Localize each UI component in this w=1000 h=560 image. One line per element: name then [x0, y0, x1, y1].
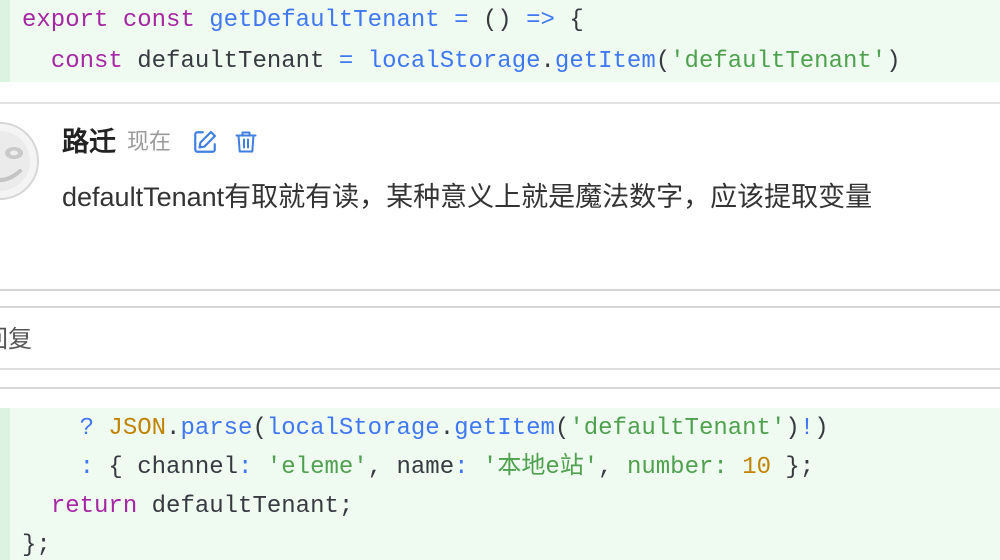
code-token: . — [540, 48, 555, 75]
code-token: . — [439, 415, 455, 442]
divider — [0, 289, 1000, 291]
code-token: }; — [771, 454, 815, 481]
code-token: defaultTenant — [122, 48, 339, 75]
code-token: ) — [785, 415, 800, 442]
code-token: = — [454, 7, 469, 34]
code-token: 'defaultTenant' — [670, 48, 887, 75]
code-token: { — [554, 7, 584, 34]
code-token: ) — [814, 415, 829, 442]
code-token: 10 — [742, 454, 771, 481]
code-line: : { channel: 'eleme', name: '本地e站', numb… — [22, 448, 1000, 487]
code-token: ! — [799, 415, 815, 442]
diff-gutter — [0, 0, 10, 82]
code-line: const defaultTenant = localStorage.getIt… — [22, 41, 1000, 82]
code-token: , — [598, 454, 627, 481]
code-token: ? — [79, 415, 95, 442]
code-line: return defaultTenant; — [22, 487, 1000, 526]
comment-body: defaultTenant有取就有读，某种意义上就是魔法数字，应该提取变量 — [62, 182, 873, 212]
code-token: . — [166, 415, 181, 442]
code-line: ? JSON.parse(localStorage.getItem('defau… — [22, 409, 1000, 448]
code-token: : — [454, 454, 469, 481]
code-token: getItem — [454, 415, 555, 442]
code-token: , name — [367, 454, 455, 481]
diff-added-block-bottom: ? JSON.parse(localStorage.getItem('defau… — [0, 408, 1000, 560]
divider — [0, 102, 1000, 104]
code-token: defaultTenant; — [137, 493, 354, 520]
edit-comment-button[interactable] — [192, 129, 218, 155]
code-token: ( — [655, 48, 671, 75]
code-token: getDefaultTenant — [209, 7, 440, 34]
reply-placeholder[interactable]: 回复 — [0, 324, 32, 356]
code-token: parse — [180, 415, 253, 442]
code-token: = — [338, 48, 354, 75]
code-token: 'defaultTenant' — [569, 415, 786, 442]
code-token: : — [79, 454, 95, 481]
code-token: return — [50, 493, 138, 520]
code-token: ( — [252, 415, 267, 442]
code-token: number: — [626, 454, 728, 481]
code-token: : — [238, 454, 253, 481]
code-line: export const getDefaultTenant = () => { — [22, 0, 1000, 41]
code-token: ( — [554, 415, 570, 442]
code-token: () — [468, 7, 527, 34]
code-token: 'eleme' — [266, 454, 368, 481]
comment-header: 路迁 现在 — [62, 124, 258, 160]
trash-icon — [235, 131, 257, 153]
diff-gutter — [0, 408, 10, 560]
code-token: JSON — [108, 415, 167, 442]
code-line: }; — [22, 526, 1000, 560]
code-token: getItem — [554, 48, 656, 75]
code-token: const — [122, 7, 195, 34]
smiley-avatar-icon — [0, 122, 39, 200]
diff-added-block-top: export const getDefaultTenant = () => { … — [0, 0, 1000, 82]
code-token: export — [22, 7, 109, 34]
divider — [0, 387, 1000, 389]
code-token: localStorage — [367, 48, 541, 75]
code-token: => — [526, 7, 555, 34]
code-lines: ? JSON.parse(localStorage.getItem('defau… — [22, 409, 1000, 560]
code-token: '本地e站' — [482, 454, 599, 481]
code-token: }; — [22, 532, 51, 559]
comment-time: 现在 — [127, 129, 172, 154]
code-token: { channel — [94, 454, 239, 481]
avatar[interactable] — [0, 121, 40, 201]
code-token: const — [50, 48, 123, 75]
author-name[interactable]: 路迁 — [62, 124, 116, 160]
reply-input[interactable]: 回复 — [0, 306, 1000, 370]
code-token: ) — [886, 48, 901, 75]
delete-comment-button[interactable] — [234, 129, 258, 155]
code-token: localStorage — [266, 415, 440, 442]
code-review-view: export const getDefaultTenant = () => { … — [0, 0, 1000, 560]
edit-icon — [194, 130, 217, 153]
code-lines: export const getDefaultTenant = () => { … — [22, 0, 1000, 82]
